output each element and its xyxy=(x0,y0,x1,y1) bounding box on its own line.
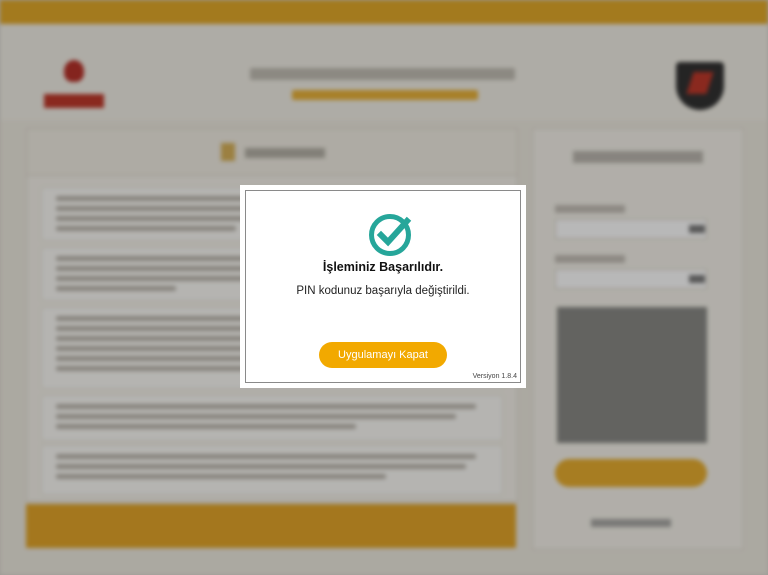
success-dialog: İşleminiz Başarılıdır. PIN kodunuz başar… xyxy=(240,185,526,388)
dialog-message: PIN kodunuz başarıyla değiştirildi. xyxy=(296,285,470,297)
version-label: Versiyon 1.8.4 xyxy=(472,373,517,380)
success-dialog-body: İşleminiz Başarılıdır. PIN kodunuz başar… xyxy=(245,190,521,383)
check-circle-icon xyxy=(366,211,414,259)
close-application-button[interactable]: Uygulamayı Kapat xyxy=(319,342,447,368)
dialog-title: İşleminiz Başarılıdır. xyxy=(322,260,444,274)
